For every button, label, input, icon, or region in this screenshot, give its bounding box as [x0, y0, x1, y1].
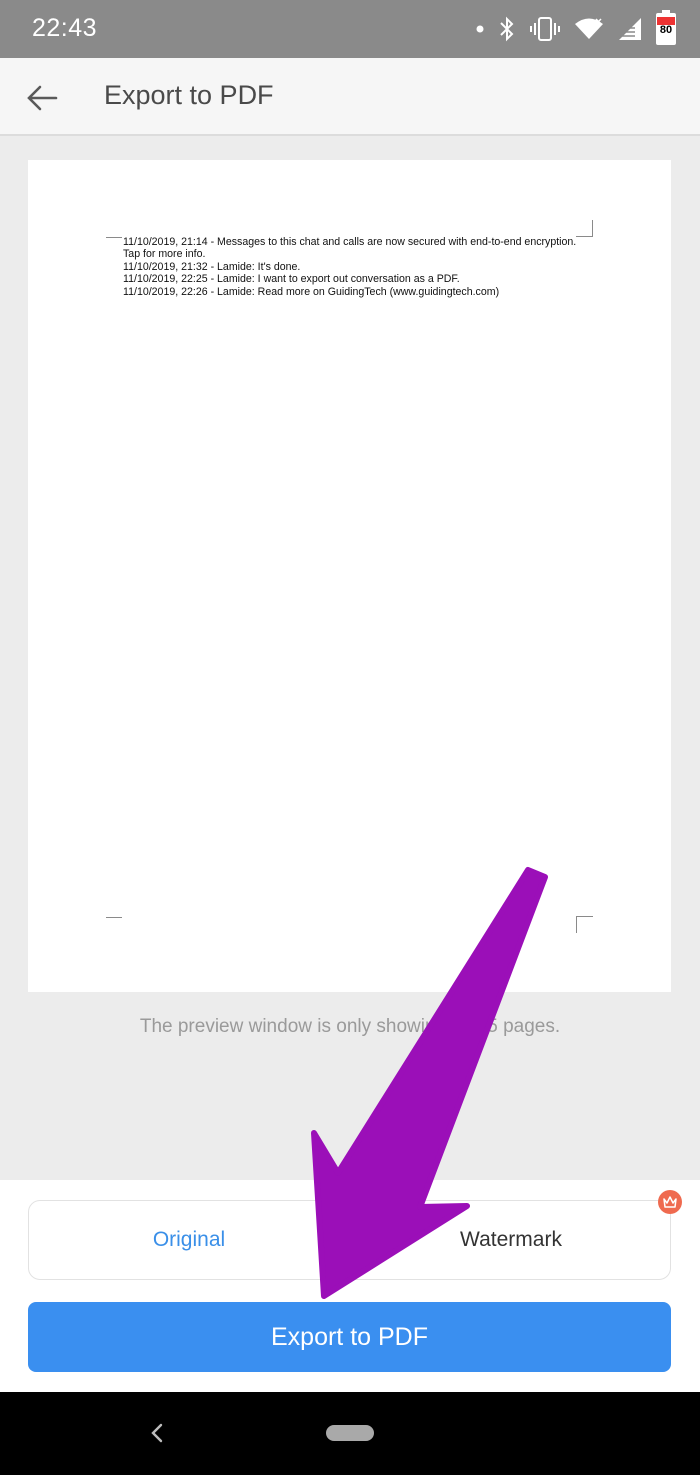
nav-home-pill[interactable] [326, 1425, 374, 1441]
preview-note: The preview window is only showing first… [139, 1016, 561, 1037]
app-bar: Export to PDF [0, 58, 700, 136]
export-mode-toggle: Original Watermark [28, 1200, 671, 1280]
chat-line: 11/10/2019, 21:32 - Lamide: It's done. [123, 260, 301, 273]
nav-back-icon[interactable] [146, 1420, 168, 1446]
bottom-panel: Original Watermark Export to PDF [0, 1180, 700, 1392]
crop-mark-bottom-left [106, 917, 122, 918]
chat-line: Tap for more info. [123, 248, 206, 261]
crown-icon [663, 1196, 677, 1208]
premium-badge [658, 1190, 682, 1214]
chat-line: 11/10/2019, 21:14 - Messages to this cha… [123, 236, 577, 248]
status-icons: 80 [476, 10, 676, 46]
navigation-bar [0, 1392, 700, 1475]
crop-mark-top-left [106, 237, 122, 238]
option-watermark[interactable]: Watermark [351, 1201, 671, 1279]
status-time: 22:43 [32, 14, 98, 42]
crop-mark-bottom-right [576, 916, 593, 933]
back-button[interactable] [22, 78, 62, 118]
battery-level: 80 [659, 24, 673, 36]
chat-line: 11/10/2019, 22:26 - Lamide: Read more on… [123, 285, 500, 298]
dot-icon [476, 25, 484, 33]
arrow-left-icon [27, 85, 58, 111]
bluetooth-icon [500, 16, 514, 42]
battery-icon: 80 [656, 10, 676, 45]
option-original[interactable]: Original [29, 1201, 349, 1279]
signal-icon [619, 18, 641, 40]
wifi-icon [575, 18, 603, 39]
export-to-pdf-button[interactable]: Export to PDF [28, 1302, 671, 1372]
crop-mark-top-right [576, 220, 593, 237]
chat-line: 11/10/2019, 22:25 - Lamide: I want to ex… [123, 273, 460, 286]
chat-export-text: 11/10/2019, 21:14 - Messages to this cha… [123, 236, 593, 298]
page-title: Export to PDF [104, 80, 274, 110]
vibrate-icon [530, 17, 560, 41]
pdf-preview-page: 11/10/2019, 21:14 - Messages to this cha… [28, 160, 671, 992]
status-bar: 22:43 80 [0, 0, 700, 58]
